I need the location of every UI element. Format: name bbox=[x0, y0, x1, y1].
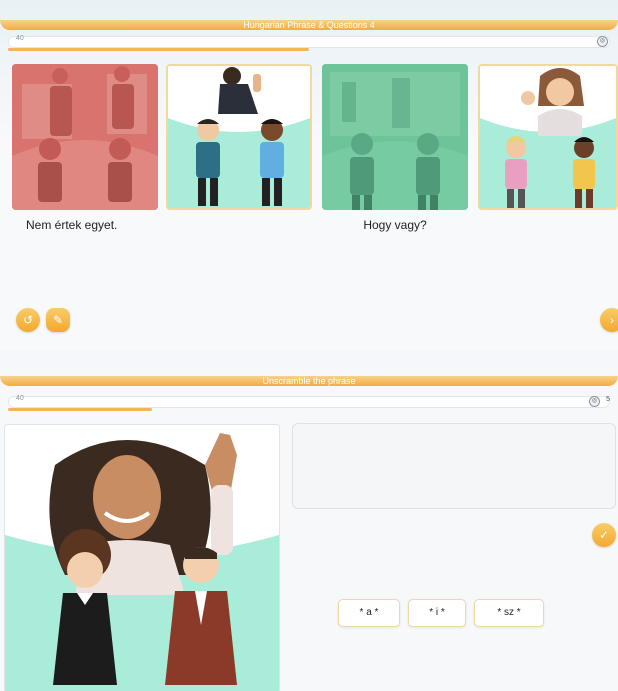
progress-row: 40 ◎ bbox=[8, 34, 610, 51]
back-icon[interactable]: ↺ bbox=[16, 308, 40, 332]
progress-track bbox=[8, 36, 610, 48]
progress-count: 40 bbox=[16, 395, 24, 402]
card-3-caption: Hogy vagy? bbox=[363, 218, 427, 232]
waving-hello-illustration-icon bbox=[5, 425, 279, 691]
next-icon[interactable]: › bbox=[600, 308, 618, 332]
match-exercise-panel: Hungarian Phrase & Questions 4 40 ◎ Nem … bbox=[0, 0, 618, 350]
progress-track bbox=[8, 396, 610, 408]
panel-title-bar: Unscramble the phrase bbox=[0, 376, 618, 386]
progress-right-number: 5 bbox=[606, 396, 610, 403]
answer-drop-area[interactable] bbox=[292, 423, 616, 509]
card-1-caption: Nem értek egyet. bbox=[26, 218, 118, 232]
progress-fill bbox=[8, 408, 153, 411]
progress-row: 40 ◎ 5 bbox=[8, 394, 610, 411]
target-icon: ◎ bbox=[589, 396, 600, 407]
answer-card-2[interactable] bbox=[166, 64, 312, 210]
progress-count: 40 bbox=[16, 35, 24, 42]
letter-chip-1[interactable]: * a * bbox=[338, 599, 400, 627]
answer-card-1[interactable] bbox=[12, 64, 158, 210]
answer-card-4[interactable] bbox=[478, 64, 618, 210]
check-icon[interactable]: ✓ bbox=[592, 523, 616, 547]
greeting-illustration-icon bbox=[168, 66, 310, 208]
hint-icon[interactable]: ✎ bbox=[46, 308, 70, 332]
unscramble-exercise-panel: Unscramble the phrase 40 ◎ 5 ✓ * a * * i… bbox=[0, 368, 618, 691]
target-icon: ◎ bbox=[597, 36, 608, 47]
office-argument-illustration-icon bbox=[12, 64, 158, 210]
letter-chip-2[interactable]: * i * bbox=[408, 599, 466, 627]
panel-title-bar: Hungarian Phrase & Questions 4 bbox=[0, 20, 618, 30]
letter-chip-3[interactable]: * sz * bbox=[474, 599, 544, 627]
answer-card-3[interactable] bbox=[322, 64, 468, 210]
ok-gesture-illustration-icon bbox=[480, 66, 616, 208]
prompt-image-card bbox=[4, 424, 280, 691]
progress-fill bbox=[8, 48, 309, 51]
conversation-illustration-icon bbox=[322, 64, 468, 210]
